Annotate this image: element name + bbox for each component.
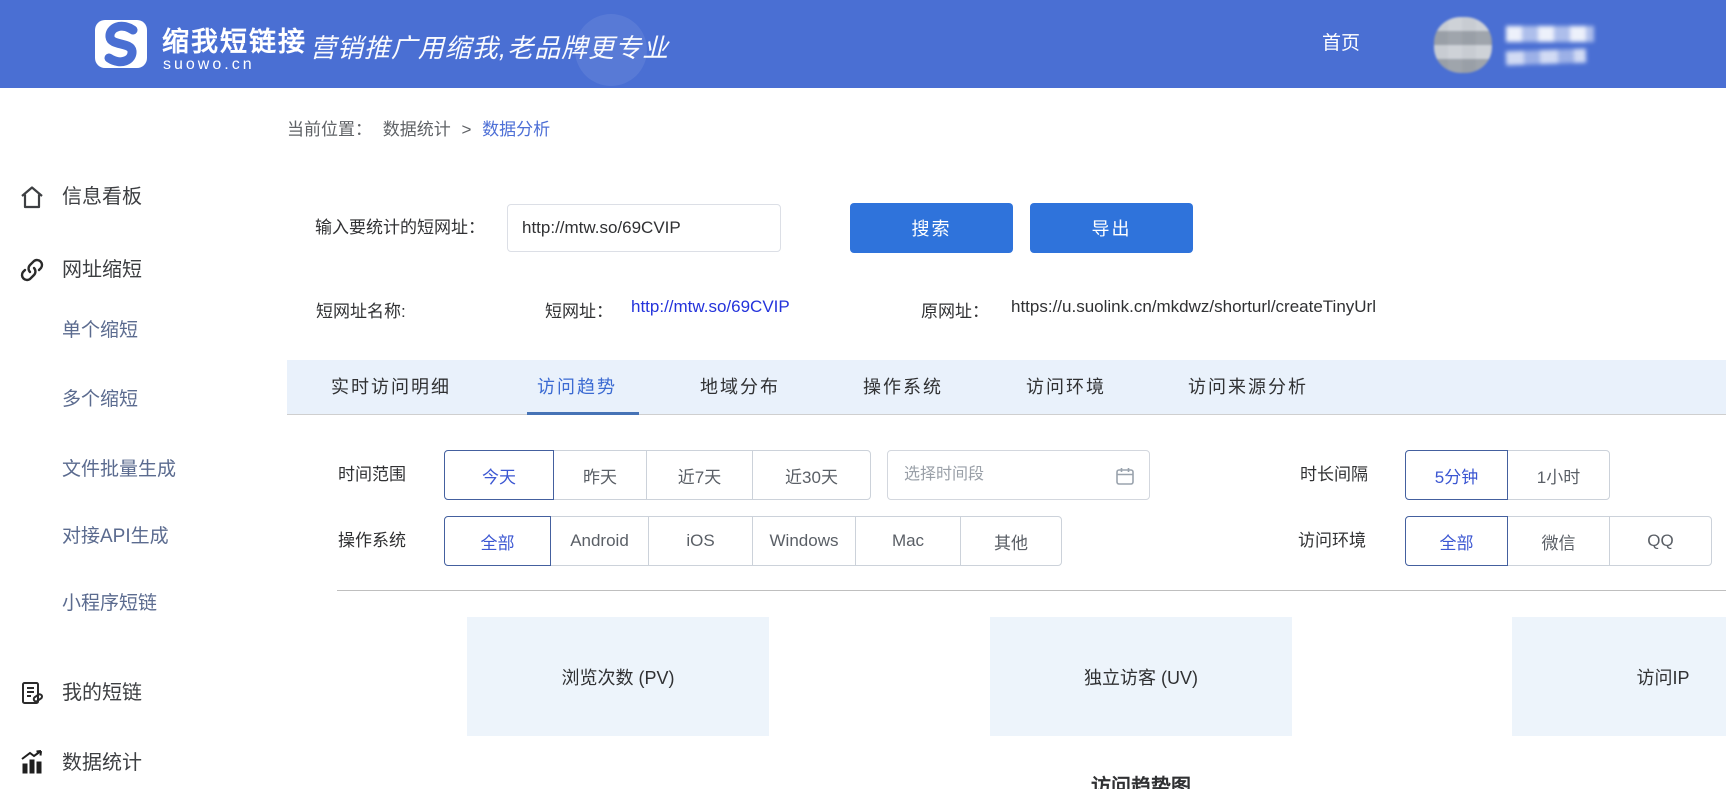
os-option-all[interactable]: 全部 xyxy=(444,516,551,566)
search-url-input[interactable] xyxy=(507,204,781,252)
env-group: 全部 微信 QQ xyxy=(1405,516,1712,566)
stat-card-label: 浏览次数 (PV) xyxy=(561,664,674,690)
tab-source[interactable]: 访问来源分析 xyxy=(1188,360,1308,415)
date-range-picker[interactable]: 选择时间段 xyxy=(887,450,1150,500)
date-range-placeholder: 选择时间段 xyxy=(904,451,984,499)
sidebar-item-dashboard[interactable]: 信息看板 xyxy=(0,182,270,212)
os-group: 全部 Android iOS Windows Mac 其他 xyxy=(444,516,1062,566)
sidebar-item-label: 网址缩短 xyxy=(62,255,142,285)
time-option-today[interactable]: 今天 xyxy=(444,450,554,500)
stat-card-uv: 独立访客 (UV) xyxy=(990,617,1292,736)
time-range-label: 时间范围 xyxy=(338,450,406,500)
os-option-windows[interactable]: Windows xyxy=(752,516,856,566)
originurl-value: https://u.suolink.cn/mkdwz/shorturl/crea… xyxy=(1011,297,1376,317)
sidebar-item-file-batch[interactable]: 文件批量生成 xyxy=(0,455,270,485)
time-option-30days[interactable]: 近30天 xyxy=(752,450,871,500)
logo-icon[interactable] xyxy=(95,20,147,68)
shorturl-value-link[interactable]: http://mtw.so/69CVIP xyxy=(631,297,790,317)
trend-chart-title: 访问趋势图 xyxy=(1041,770,1241,789)
sidebar-item-miniprogram[interactable]: 小程序短链 xyxy=(0,589,270,619)
interval-label: 时长间隔 xyxy=(1300,450,1368,500)
sidebar-item-single-shorten[interactable]: 单个缩短 xyxy=(0,316,270,346)
home-icon xyxy=(18,183,46,211)
analytics-tabbar: 实时访问明细 访问趋势 地域分布 操作系统 访问环境 访问来源分析 xyxy=(287,360,1726,415)
content-divider xyxy=(337,590,1726,591)
sidebar-item-multi-shorten[interactable]: 多个缩短 xyxy=(0,385,270,415)
os-option-other[interactable]: 其他 xyxy=(960,516,1062,566)
sidebar-item-label: 文件批量生成 xyxy=(62,455,176,485)
time-option-7days[interactable]: 近7天 xyxy=(646,450,753,500)
breadcrumb-prefix: 当前位置： xyxy=(287,120,372,139)
stat-card-ip: 访问IP xyxy=(1512,617,1726,736)
sidebar-item-my-links[interactable]: 我的短链 xyxy=(0,678,270,708)
time-range-group: 今天 昨天 近7天 近30天 xyxy=(444,450,871,500)
interval-option-5min[interactable]: 5分钟 xyxy=(1405,450,1508,500)
search-button[interactable]: 搜索 xyxy=(850,203,1013,253)
sidebar-item-label: 我的短链 xyxy=(62,678,142,708)
env-filter-label: 访问环境 xyxy=(1298,516,1366,566)
sidebar-item-label: 信息看板 xyxy=(62,182,142,212)
sidebar-item-label: 对接API生成 xyxy=(62,522,169,552)
interval-option-1hour[interactable]: 1小时 xyxy=(1507,450,1610,500)
stat-card-label: 独立访客 (UV) xyxy=(1084,664,1198,690)
logo-domain: suowo.cn xyxy=(163,56,255,74)
tab-visit-trend[interactable]: 访问趋势 xyxy=(537,360,617,415)
breadcrumb-separator: > xyxy=(461,120,471,139)
logo-title[interactable]: 缩我短链接 xyxy=(162,20,307,59)
interval-group: 5分钟 1小时 xyxy=(1405,450,1610,500)
time-option-yesterday[interactable]: 昨天 xyxy=(553,450,647,500)
breadcrumb-section: 数据统计 xyxy=(383,120,451,139)
user-avatar[interactable] xyxy=(1434,17,1492,73)
shorturl-label: 短网址： xyxy=(545,297,613,322)
os-option-android[interactable]: Android xyxy=(550,516,649,566)
breadcrumb-current[interactable]: 数据分析 xyxy=(482,120,550,139)
tab-region[interactable]: 地域分布 xyxy=(700,360,780,415)
breadcrumb: 当前位置： 数据统计 > 数据分析 xyxy=(287,115,556,140)
sidebar-item-api[interactable]: 对接API生成 xyxy=(0,522,270,552)
link-icon xyxy=(18,256,46,284)
page: 缩我短链接 suowo.cn · 营销推广用缩我,老品牌更专业 首页 当前位置：… xyxy=(0,0,1726,789)
logo-s-glyph xyxy=(95,20,147,68)
tab-realtime-detail[interactable]: 实时访问明细 xyxy=(331,360,451,415)
export-button[interactable]: 导出 xyxy=(1030,203,1193,253)
sidebar-item-shorten[interactable]: 网址缩短 xyxy=(0,255,270,285)
originurl-label: 原网址： xyxy=(921,297,989,322)
shorturl-name-label: 短网址名称: xyxy=(316,297,406,322)
active-tab-underline xyxy=(527,412,639,415)
username-blurred[interactable] xyxy=(1506,26,1594,42)
tab-os[interactable]: 操作系统 xyxy=(863,360,943,415)
sidebar-item-label: 单个缩短 xyxy=(62,316,138,346)
document-edit-icon xyxy=(18,679,46,707)
env-option-wechat[interactable]: 微信 xyxy=(1507,516,1610,566)
sidebar-item-label: 小程序短链 xyxy=(62,589,157,619)
sidebar-item-statistics[interactable]: 数据统计 xyxy=(0,748,270,778)
user-subtext-blurred xyxy=(1506,49,1586,66)
os-filter-label: 操作系统 xyxy=(338,516,406,566)
os-option-mac[interactable]: Mac xyxy=(855,516,961,566)
tab-env[interactable]: 访问环境 xyxy=(1026,360,1106,415)
os-option-ios[interactable]: iOS xyxy=(648,516,753,566)
stat-card-pv: 浏览次数 (PV) xyxy=(467,617,769,736)
env-option-all[interactable]: 全部 xyxy=(1405,516,1508,566)
search-url-label: 输入要统计的短网址： xyxy=(315,203,485,253)
header-tagline: · 营销推广用缩我,老品牌更专业 xyxy=(292,28,669,65)
stat-card-label: 访问IP xyxy=(1636,664,1689,690)
nav-home-link[interactable]: 首页 xyxy=(1322,0,1360,88)
sidebar-item-label: 数据统计 xyxy=(62,748,142,778)
env-option-qq[interactable]: QQ xyxy=(1609,516,1712,566)
calendar-icon xyxy=(1115,466,1135,486)
top-header: 缩我短链接 suowo.cn · 营销推广用缩我,老品牌更专业 首页 xyxy=(0,0,1726,88)
sidebar-item-label: 多个缩短 xyxy=(62,385,138,415)
bar-chart-icon xyxy=(18,749,46,777)
